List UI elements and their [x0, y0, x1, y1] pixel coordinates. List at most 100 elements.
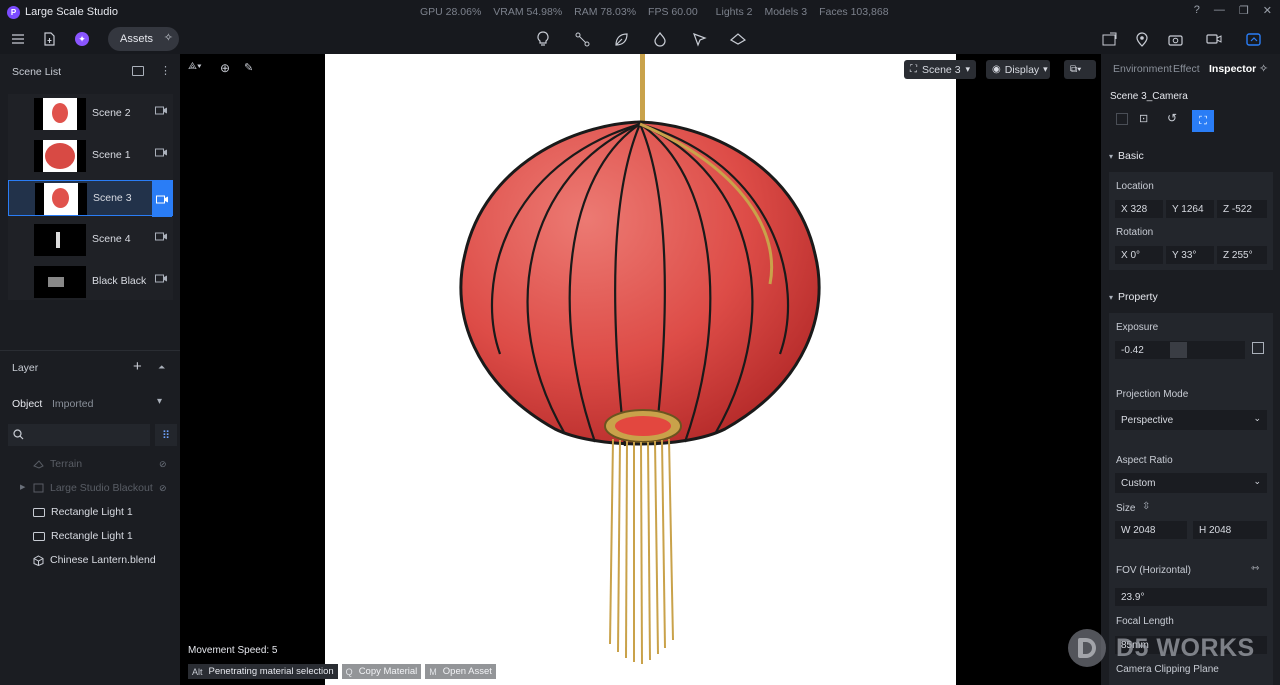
grid-view-icon[interactable]: ⠿ [155, 424, 177, 446]
more-options-icon[interactable]: ⋮ [160, 64, 171, 77]
tab-effect[interactable]: Effect [1173, 63, 1200, 75]
tab-environment[interactable]: Environment [1113, 63, 1172, 75]
tab-object[interactable]: Object [12, 398, 42, 410]
camera-view-icon[interactable] [155, 274, 169, 288]
display-dropdown[interactable]: ◉ Display ▾ [986, 60, 1050, 79]
help-icon[interactable]: ? [1194, 4, 1200, 17]
scene-item-selected[interactable]: Scene 3 [8, 180, 173, 217]
location-x-field[interactable]: X 328 [1115, 200, 1163, 218]
basic-title: Basic [1118, 150, 1144, 162]
camera-view-icon[interactable] [155, 148, 169, 162]
path-tool-icon[interactable] [572, 29, 592, 49]
layer-search-input[interactable] [8, 424, 150, 446]
aspect-select[interactable]: Custom ⌄ [1115, 473, 1267, 493]
reset-icon[interactable]: ↺ [1167, 111, 1177, 125]
movement-speed: Movement Speed: 5 [188, 645, 278, 656]
add-layer-icon[interactable]: + [133, 358, 142, 375]
location-pin-icon[interactable] [1132, 29, 1152, 49]
main-toolbar: ✦ Assets ✧ [0, 24, 1280, 54]
layer-label: Rectangle Light 1 [51, 530, 133, 542]
layer-item[interactable]: Chinese Lantern.blend [33, 554, 156, 566]
light-bulb-icon[interactable] [533, 29, 553, 49]
viewport[interactable]: ⟁▾ ⊕ ✎ ⛶ Scene 3 ▾ ◉ Display ▾ ⧉▾ Moveme… [180, 54, 1101, 685]
fov-value: 23.9° [1121, 591, 1145, 603]
aspect-label: Aspect Ratio [1116, 455, 1173, 466]
pin-panel-icon[interactable]: ✧ [1259, 62, 1268, 75]
size-label: Size [1116, 503, 1136, 514]
video-icon[interactable] [1204, 29, 1224, 49]
camera-view-icon[interactable] [152, 181, 172, 217]
leaf-brush-icon[interactable] [611, 29, 631, 49]
size-width-field[interactable]: W 2048 [1115, 521, 1187, 539]
scene-thumbnail [34, 140, 86, 172]
link-icon[interactable]: ⇳ [1142, 501, 1150, 512]
hint-chip: Q Copy Material [341, 664, 422, 679]
layer-item[interactable]: Terrain [33, 458, 82, 470]
scene-selector-dropdown[interactable]: ⛶ Scene 3 ▾ [904, 60, 976, 79]
layer-item[interactable]: Rectangle Light 1 [33, 506, 133, 518]
render-queue-icon[interactable] [1243, 29, 1263, 49]
exposure-graph-icon[interactable] [1252, 342, 1264, 354]
scene-label: Scene 1 [92, 149, 131, 161]
layer-item[interactable]: Large Studio Blackout [33, 482, 153, 494]
maximize-icon[interactable]: ❐ [1239, 4, 1249, 17]
size-height-field[interactable]: H 2048 [1193, 521, 1267, 539]
scene-item[interactable]: Scene 2 [8, 96, 173, 132]
menu-icon[interactable] [8, 29, 28, 49]
focal-label: Focal Length [1116, 616, 1174, 627]
hint-key: M [429, 666, 437, 677]
camera-view-icon[interactable] [155, 106, 169, 120]
basic-card: Location X 328 Y 1264 Z -522 Rotation X … [1109, 172, 1273, 270]
camera-icon[interactable] [1165, 29, 1185, 49]
scene-item[interactable]: Black Black [8, 264, 173, 300]
rotation-z-field[interactable]: Z 255° [1217, 246, 1267, 264]
effect-drop-icon[interactable] [650, 29, 670, 49]
expand-arrow-icon[interactable]: ▶ [20, 483, 25, 491]
scene-item[interactable]: Scene 1 [8, 138, 173, 174]
copy-icon[interactable] [1116, 113, 1128, 125]
focus-icon[interactable]: ⊡ [1139, 112, 1148, 125]
fov-toggle-icon[interactable]: ⇿ [1251, 563, 1259, 574]
property-section-header[interactable]: ▾ Property [1101, 285, 1280, 309]
hidden-eye-icon[interactable]: ⊘ [159, 459, 167, 470]
scene-item[interactable]: Scene 4 [8, 222, 173, 258]
basic-section-header[interactable]: ▾ Basic [1101, 144, 1280, 168]
exposure-slider[interactable]: -0.42 [1115, 341, 1245, 359]
fov-field[interactable]: 23.9° [1115, 588, 1267, 606]
location-label: Location [1116, 181, 1154, 192]
tab-imported[interactable]: Imported [52, 398, 93, 410]
projection-select[interactable]: Perspective ⌄ [1115, 410, 1267, 430]
location-z-field[interactable]: Z -522 [1217, 200, 1267, 218]
tab-inspector[interactable]: Inspector [1209, 63, 1256, 75]
camera-mode-dropdown[interactable]: ⧉▾ [1064, 60, 1096, 79]
collapse-icon[interactable]: ⏶ [158, 362, 165, 373]
filter-dropdown-icon[interactable]: ▾ [157, 396, 162, 407]
chevron-down-icon: ▾ [1109, 151, 1114, 161]
import-file-icon[interactable] [39, 29, 59, 49]
select-pointer-icon[interactable] [689, 29, 709, 49]
close-icon[interactable]: ✕ [1263, 4, 1272, 17]
terrain-layer-icon[interactable] [728, 29, 748, 49]
location-y-field[interactable]: Y 1264 [1166, 200, 1214, 218]
inspector-panel: Environment Effect Inspector ✧ Scene 3_C… [1101, 54, 1280, 685]
render-canvas[interactable] [325, 54, 956, 685]
edit-pen-icon[interactable]: ✎ [244, 61, 253, 74]
scene-camera-icon: ⛶ [910, 64, 917, 75]
scene-thumbnail [34, 224, 86, 256]
chevron-down-icon: ⌄ [1253, 413, 1261, 423]
rotation-y-field[interactable]: Y 33° [1166, 246, 1214, 264]
transform-gizmo-icon[interactable]: ⟁▾ [188, 61, 214, 79]
add-scene-icon[interactable] [132, 66, 144, 76]
export-image-icon[interactable] [1099, 29, 1119, 49]
globe-icon[interactable]: ⊕ [220, 61, 230, 75]
view-camera-icon[interactable]: ⛶ [1192, 110, 1214, 132]
layer-item[interactable]: Rectangle Light 1 [33, 530, 133, 542]
assets-pin-icon[interactable]: ✧ [164, 31, 173, 44]
slider-thumb[interactable] [1170, 342, 1187, 358]
rotation-x-field[interactable]: X 0° [1115, 246, 1163, 264]
minimize-icon[interactable]: — [1214, 4, 1225, 17]
plugin-icon[interactable]: ✦ [72, 29, 92, 49]
assets-button[interactable]: Assets ✧ [108, 27, 179, 51]
camera-view-icon[interactable] [155, 232, 169, 246]
hidden-eye-icon[interactable]: ⊘ [159, 483, 167, 494]
